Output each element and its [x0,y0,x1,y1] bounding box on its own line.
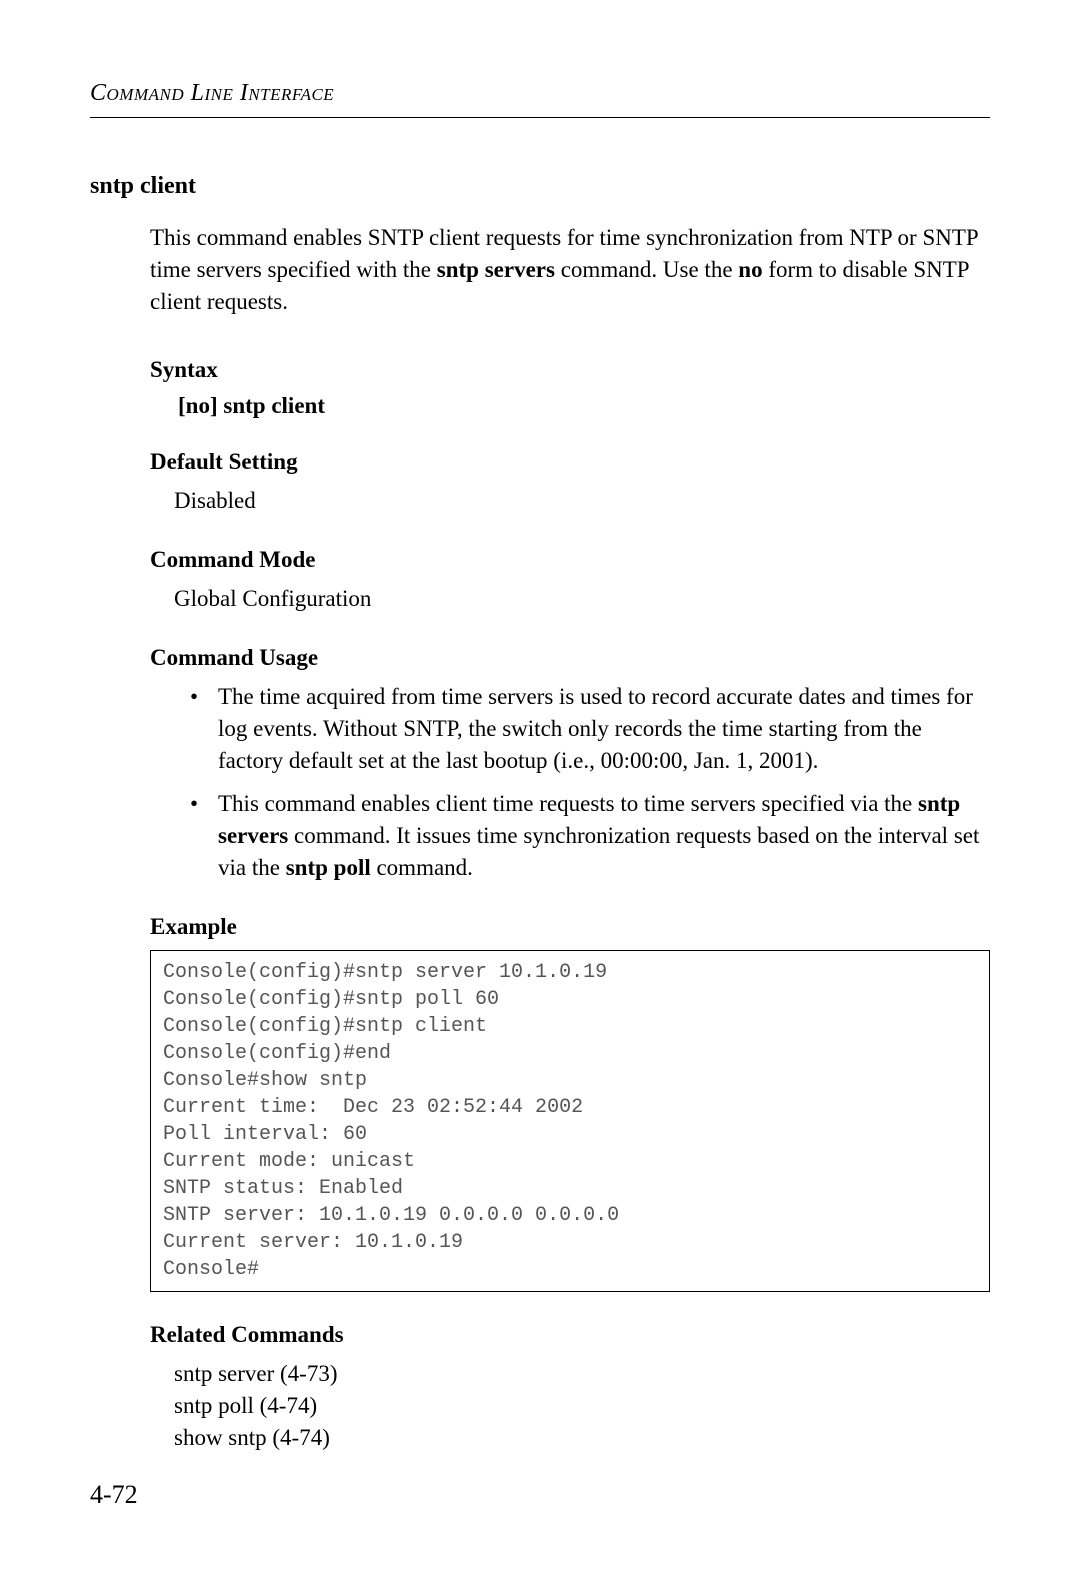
desc-text-2: command. Use the [555,257,738,282]
default-setting-value: Disabled [174,485,990,517]
syntax-bracket-open: [ [178,393,186,418]
command-title: sntp client [90,173,990,200]
command-mode-value: Global Configuration [174,583,990,615]
default-setting-heading: Default Setting [150,449,990,475]
related-commands-list: sntp server (4-73) sntp poll (4-74) show… [174,1358,990,1455]
desc-bold-2: no [738,257,762,282]
related-item: show sntp (4-74) [174,1422,990,1454]
header-rule [90,117,990,118]
syntax-cmd: sntp client [223,393,325,418]
syntax-no: no [186,393,210,418]
usage-list: The time acquired from time servers is u… [190,681,990,884]
related-item: sntp poll (4-74) [174,1390,990,1422]
command-usage-heading: Command Usage [150,645,990,671]
page-header: Command Line Interface [90,80,990,107]
example-heading: Example [150,914,990,940]
usage2-b2: sntp poll [286,855,371,880]
usage-item-2: This command enables client time request… [190,788,990,885]
page-number: 4-72 [90,1480,138,1510]
usage2-p3: command. [371,855,473,880]
example-code: Console(config)#sntp server 10.1.0.19 Co… [150,950,990,1292]
syntax-heading: Syntax [150,357,990,383]
related-item: sntp server (4-73) [174,1358,990,1390]
command-description: This command enables SNTP client request… [150,222,990,319]
usage2-p1: This command enables client time request… [218,791,918,816]
usage-item-1: The time acquired from time servers is u… [190,681,990,778]
related-commands-heading: Related Commands [150,1322,990,1348]
desc-bold-1: sntp servers [437,257,555,282]
syntax-content: [no] sntp client [178,393,990,419]
command-mode-heading: Command Mode [150,547,990,573]
syntax-bracket-close: ] [210,393,223,418]
